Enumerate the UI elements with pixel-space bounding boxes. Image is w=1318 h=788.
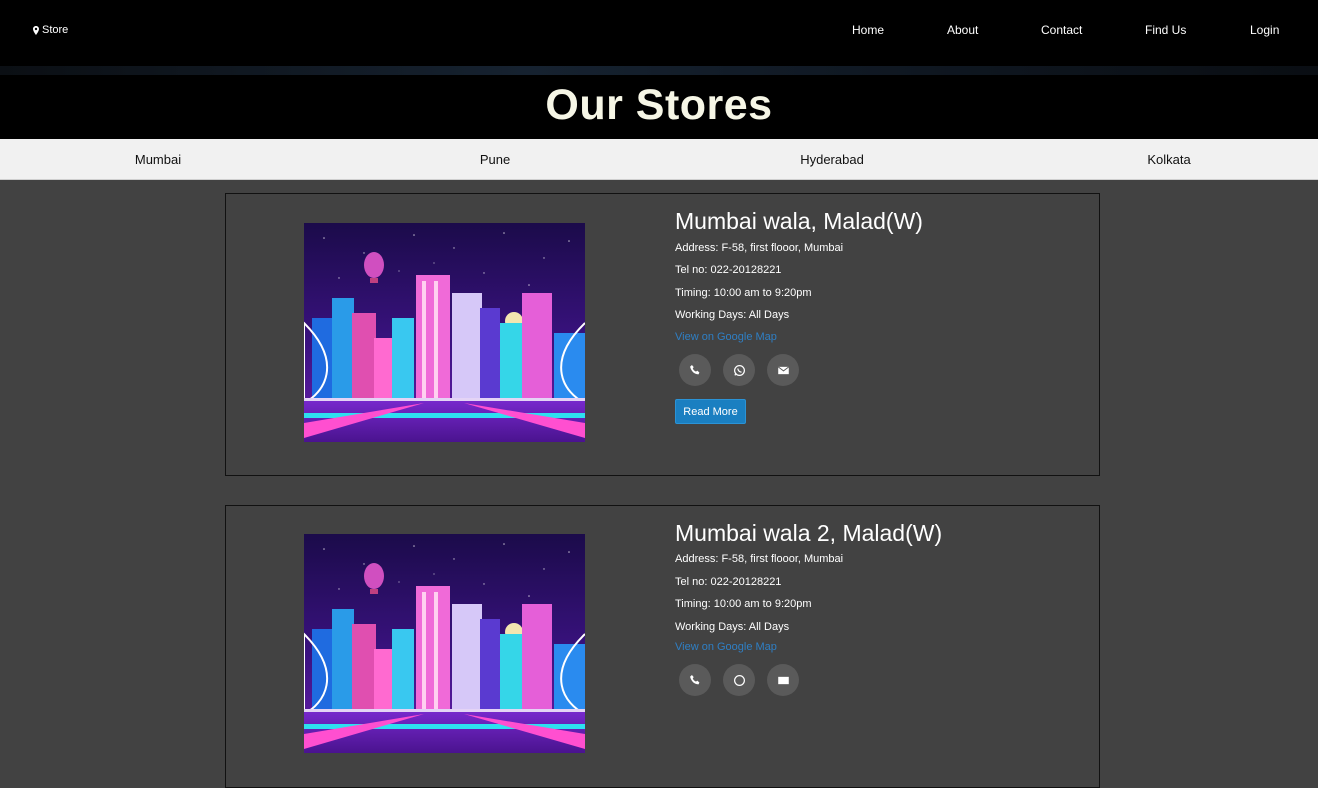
store-card: Mumbai wala, Malad(W) Address: F-58, fir… xyxy=(225,193,1100,476)
whatsapp-icon xyxy=(733,364,745,376)
page-title: Our Stores xyxy=(545,81,773,129)
store-name: Mumbai wala, Malad(W) xyxy=(675,208,923,234)
neon-city-image xyxy=(304,534,585,753)
tab-kolkata[interactable]: Kolkata xyxy=(1147,152,1190,167)
city-tabs: Mumbai Pune Hyderabad Kolkata xyxy=(0,139,1318,180)
tab-mumbai[interactable]: Mumbai xyxy=(135,152,181,167)
store-image xyxy=(304,223,585,442)
neon-city-image xyxy=(304,223,585,442)
store-tel: Tel no: 022-20128221 xyxy=(675,576,782,588)
read-more-button[interactable]: Read More xyxy=(675,399,746,424)
store-timing: Timing: 10:00 am to 9:20pm xyxy=(675,598,812,610)
store-timing: Timing: 10:00 am to 9:20pm xyxy=(675,287,812,299)
title-banner: Our Stores xyxy=(0,75,1318,139)
whatsapp-icon xyxy=(733,674,745,686)
tab-pune[interactable]: Pune xyxy=(480,152,510,167)
phone-icon xyxy=(689,674,699,684)
whatsapp-button[interactable] xyxy=(723,354,755,386)
nav-home[interactable]: Home xyxy=(852,23,884,37)
phone-icon xyxy=(689,364,699,374)
top-navbar: Store Home About Contact Find Us Login xyxy=(0,0,1318,66)
store-days: Working Days: All Days xyxy=(675,621,790,633)
store-address: Address: F-58, first flooor, Mumbai xyxy=(675,242,844,254)
envelope-icon xyxy=(777,676,789,684)
google-map-link[interactable]: View on Google Map xyxy=(675,641,777,653)
store-card: Mumbai wala 2, Malad(W) Address: F-58, f… xyxy=(225,505,1100,788)
store-name: Mumbai wala 2, Malad(W) xyxy=(675,520,943,546)
nav-about[interactable]: About xyxy=(947,23,978,37)
google-map-link[interactable]: View on Google Map xyxy=(675,331,777,343)
nav-find-us[interactable]: Find Us xyxy=(1145,23,1186,37)
call-button[interactable] xyxy=(679,354,711,386)
brand-label: Store xyxy=(42,24,69,36)
envelope-icon xyxy=(777,365,789,374)
store-days: Working Days: All Days xyxy=(675,309,790,321)
nav-contact[interactable]: Contact xyxy=(1041,23,1082,37)
map-marker-icon xyxy=(33,25,39,35)
tab-hyderabad[interactable]: Hyderabad xyxy=(800,152,864,167)
brand-link[interactable]: Store xyxy=(33,24,68,36)
decorative-strip xyxy=(0,66,1318,75)
store-address: Address: F-58, first flooor, Mumbai xyxy=(675,553,844,565)
store-image xyxy=(304,534,585,753)
email-button[interactable] xyxy=(767,354,799,386)
nav-login[interactable]: Login xyxy=(1250,23,1279,37)
store-tel: Tel no: 022-20128221 xyxy=(675,264,782,276)
